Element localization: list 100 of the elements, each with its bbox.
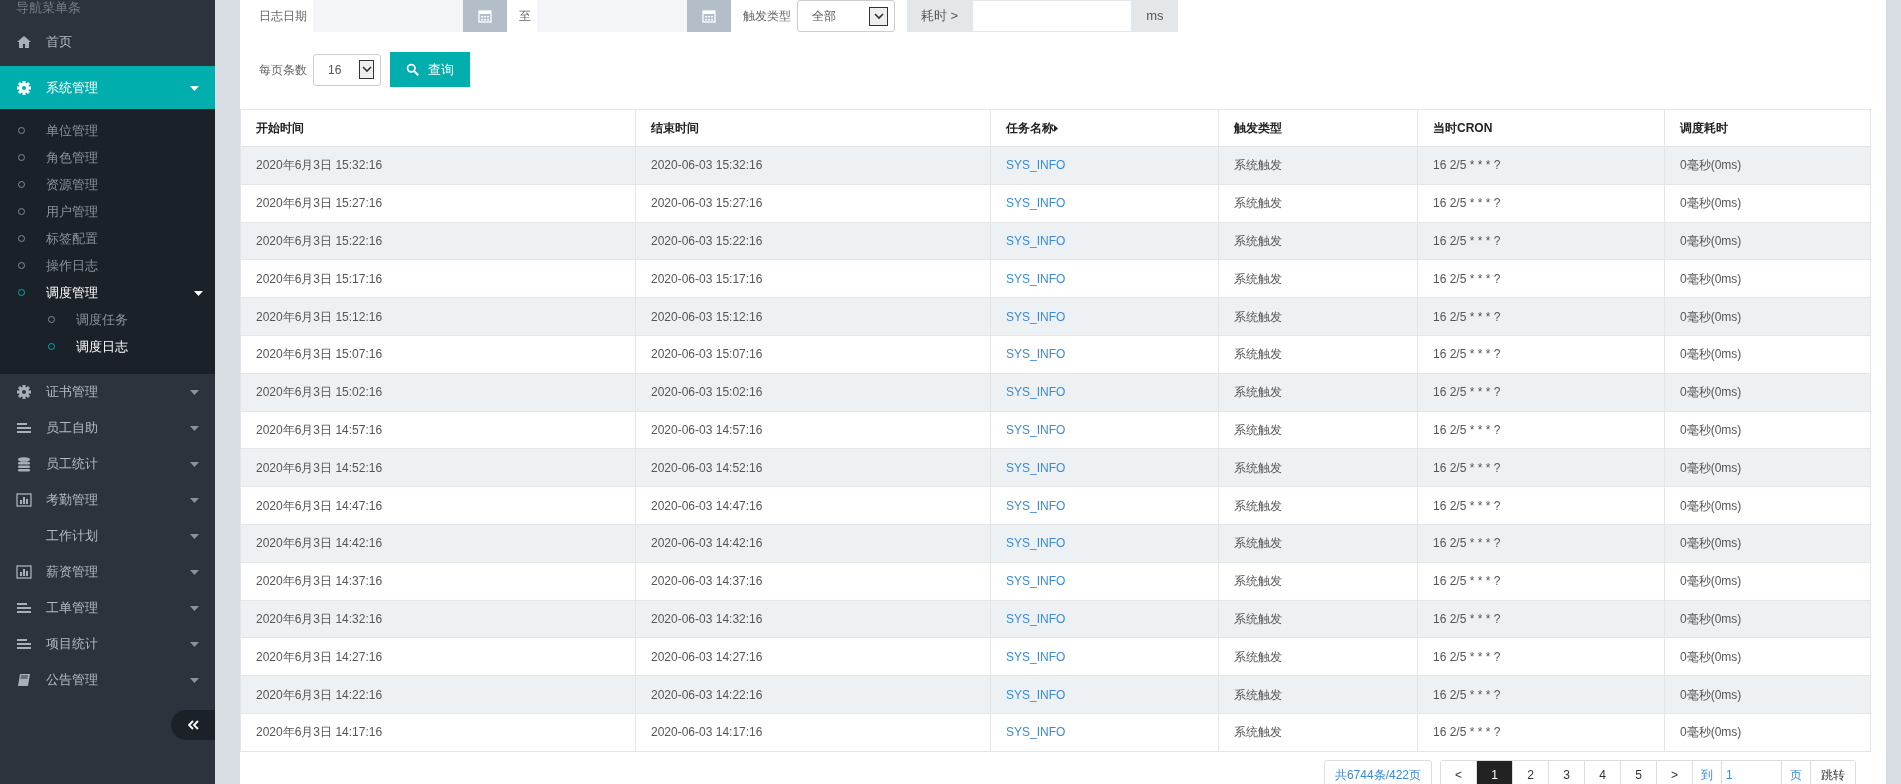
menu-item[interactable]: 首页 <box>0 24 215 60</box>
task-link[interactable]: SYS_INFO <box>1006 611 1066 626</box>
task-link[interactable]: SYS_INFO <box>1006 687 1066 702</box>
bar-chart-icon <box>16 492 32 508</box>
table-cell: 16 2/5 * * * ? <box>1417 184 1665 223</box>
table-cell: 0毫秒(0ms) <box>1664 486 1871 525</box>
table-cell: 2020-06-03 15:07:16 <box>635 335 991 374</box>
menu-item[interactable]: 薪资管理 <box>0 554 215 590</box>
table-cell: 16 2/5 * * * ? <box>1417 637 1665 676</box>
menu-item[interactable]: 项目统计 <box>0 626 215 662</box>
table-cell: 0毫秒(0ms) <box>1664 297 1871 336</box>
table-cell: 2020-06-03 15:22:16 <box>635 222 991 260</box>
task-link[interactable]: SYS_INFO <box>1006 422 1066 437</box>
submenu-item[interactable]: 用户管理 <box>0 198 215 225</box>
table-cell: 16 2/5 * * * ? <box>1417 600 1665 638</box>
submenu-item[interactable]: 调度任务 <box>0 306 215 333</box>
menu-item[interactable]: 员工自助 <box>0 410 215 446</box>
page-button[interactable]: 1 <box>1477 760 1513 784</box>
menu-item[interactable]: 员工统计 <box>0 446 215 482</box>
list-icon <box>16 636 32 652</box>
task-link[interactable]: SYS_INFO <box>1006 574 1066 589</box>
book-icon <box>16 672 32 688</box>
table-cell: 16 2/5 * * * ? <box>1417 222 1665 260</box>
table-cell: 0毫秒(0ms) <box>1664 222 1871 260</box>
table-cell: 16 2/5 * * * ? <box>1417 411 1665 449</box>
table-cell: 0毫秒(0ms) <box>1664 146 1871 185</box>
table-cell: 16 2/5 * * * ? <box>1417 562 1665 601</box>
table-cell: 0毫秒(0ms) <box>1664 562 1871 601</box>
table-cell: 16 2/5 * * * ? <box>1417 297 1665 336</box>
caret-icon <box>194 290 203 296</box>
table-cell: 2020-06-03 14:37:16 <box>635 562 991 601</box>
menu-item[interactable]: 系统管理 <box>0 66 215 109</box>
caret-icon <box>190 678 199 684</box>
submenu-item[interactable]: 调度日志 <box>0 333 215 360</box>
table-cell: 2020-06-03 14:57:16 <box>635 411 991 449</box>
table-cell: 2020年6月3日 14:52:16 <box>240 448 636 487</box>
task-link[interactable]: SYS_INFO <box>1006 498 1066 513</box>
table-cell: 2020-06-03 14:22:16 <box>635 675 991 714</box>
column-header: 开始时间 <box>240 109 636 147</box>
table-cell: 系统触发 <box>1218 146 1418 185</box>
search-icon <box>406 62 420 77</box>
duration-field[interactable] <box>972 0 1133 32</box>
menu-item[interactable]: 考勤管理 <box>0 482 215 518</box>
menu-item[interactable]: 证书管理 <box>0 374 215 410</box>
task-link[interactable]: SYS_INFO <box>1006 385 1066 400</box>
menu-item[interactable]: 工作计划 <box>0 518 215 554</box>
calendar-icon <box>477 8 493 24</box>
list-icon <box>16 600 32 616</box>
task-link[interactable]: SYS_INFO <box>1006 649 1066 664</box>
date-field[interactable] <box>313 0 463 32</box>
table-cell: 16 2/5 * * * ? <box>1417 259 1665 298</box>
search-button[interactable]: 查询 <box>390 52 470 87</box>
table-cell: 2020年6月3日 15:12:16 <box>240 297 636 336</box>
calendar-button[interactable] <box>687 0 731 32</box>
home-icon <box>16 34 32 50</box>
task-link[interactable]: SYS_INFO <box>1006 234 1066 248</box>
caret-icon <box>190 390 199 396</box>
task-link[interactable]: SYS_INFO <box>1006 196 1066 211</box>
table-cell: 2020年6月3日 14:22:16 <box>240 675 636 714</box>
submenu-item[interactable]: 资源管理 <box>0 171 215 198</box>
task-link[interactable]: SYS_INFO <box>1006 725 1066 740</box>
filter-label: 触发类型 <box>743 8 791 25</box>
submenu-item[interactable]: 操作日志 <box>0 252 215 279</box>
page-summary: 共6744条/422页 <box>1323 759 1432 784</box>
table-cell: 0毫秒(0ms) <box>1664 448 1871 487</box>
select-field[interactable]: 全部 <box>797 0 895 32</box>
column-header[interactable]: 任务名称 <box>990 109 1219 147</box>
task-link[interactable]: SYS_INFO <box>1006 158 1066 173</box>
table-cell: 2020年6月3日 15:02:16 <box>240 373 636 412</box>
table-cell: 16 2/5 * * * ? <box>1417 335 1665 374</box>
task-link[interactable]: SYS_INFO <box>1006 460 1066 475</box>
submenu-item[interactable]: 角色管理 <box>0 144 215 171</box>
table-cell: 0毫秒(0ms) <box>1664 259 1871 298</box>
collapse-button[interactable] <box>171 710 215 740</box>
column-header: 触发类型 <box>1218 109 1418 147</box>
menu-item[interactable]: 公告管理 <box>0 662 215 698</box>
input-suffix: ms <box>1132 0 1178 32</box>
calendar-button[interactable] <box>463 0 507 32</box>
select-field[interactable]: 16 <box>313 53 381 86</box>
task-link[interactable]: SYS_INFO <box>1006 309 1066 324</box>
task-link[interactable]: SYS_INFO <box>1006 347 1066 362</box>
submenu-item[interactable]: 标签配置 <box>0 225 215 252</box>
table-cell: 0毫秒(0ms) <box>1664 675 1871 714</box>
table-cell: 2020年6月3日 14:37:16 <box>240 562 636 601</box>
table-cell: 2020年6月3日 14:42:16 <box>240 524 636 563</box>
table-cell: 2020-06-03 15:32:16 <box>635 146 991 185</box>
date-field[interactable] <box>537 0 687 32</box>
menu-item[interactable]: 工单管理 <box>0 590 215 626</box>
input-prefix: 耗时 > <box>907 0 973 32</box>
caret-icon <box>190 498 199 504</box>
sidebar-title: 导航菜单条 <box>15 0 82 17</box>
table-cell: 2020年6月3日 15:07:16 <box>240 335 636 374</box>
table-cell: 系统触发 <box>1218 184 1418 223</box>
submenu-item[interactable]: 单位管理 <box>0 117 215 144</box>
table-cell: 系统触发 <box>1218 448 1418 487</box>
submenu-item[interactable]: 调度管理 <box>0 279 215 306</box>
table-cell: 2020-06-03 14:52:16 <box>635 448 991 487</box>
task-link[interactable]: SYS_INFO <box>1006 271 1066 286</box>
task-link[interactable]: SYS_INFO <box>1006 536 1066 551</box>
prev-page-button[interactable]: < <box>1441 760 1477 784</box>
